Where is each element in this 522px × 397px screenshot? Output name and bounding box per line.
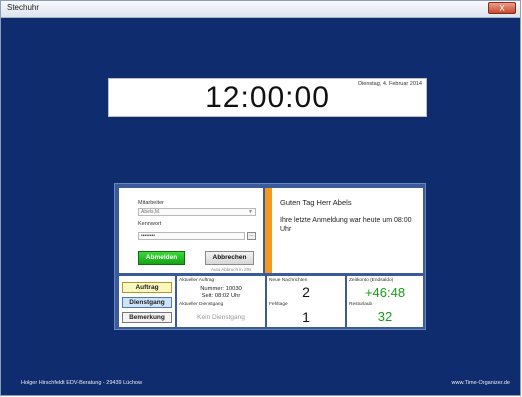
zeitkonto-label: Zeitkonto (Endsaldo) [349,278,394,283]
auftrag-nummer: Nummer: 10030 [200,286,242,292]
resturlaub-value: 32 [377,309,393,324]
fehltage-label: Fehltage [269,302,288,307]
nachrichten-count: 2 [302,284,310,300]
accent-bar [265,188,272,273]
mitarbeiter-value: Abels,M. [141,209,161,215]
chevron-down-icon: ▼ [248,209,253,215]
auftrag-button[interactable]: Auftrag [122,282,172,293]
main-panel: Mitarbeiter Abels,M. ▼ Kennwort ••••••••… [114,183,426,330]
title-bar: Stechuhr X [1,1,520,18]
window-title: Stechuhr [7,3,40,12]
login-box: Mitarbeiter Abels,M. ▼ Kennwort ••••••••… [119,188,263,273]
kennwort-label: Kennwort [138,221,162,227]
zeitkonto-value: +46:48 [364,285,406,300]
abbrechen-button[interactable]: Abbrechen [205,251,254,265]
footer-website[interactable]: www.Time-Organizer.de [452,380,510,386]
footer-company: Holger Hirschfeldt EDV-Beratung - 29439 … [21,380,143,386]
zeitkonto-cell: Zeitkonto (Endsaldo) +46:48 Resturlaub 3… [347,276,423,327]
greeting-message: Ihre letzte Anmeldung war heute um 08:00… [280,217,412,233]
resturlaub-label: Resturlaub [349,302,373,307]
neue-nachrichten-label: Neue Nachrichten [269,278,308,283]
aktueller-dienstgang-label: Aktueller Dienstgang [179,302,224,307]
close-button[interactable]: X [488,2,516,14]
aktueller-auftrag-label: Aktueller Auftrag [179,278,215,283]
abmelden-button[interactable]: Abmelden [138,251,185,265]
auftrag-cell: Aktueller Auftrag Nummer: 10030 Seit: 08… [177,276,265,327]
greeting-title: Guten Tag Herr Abels [280,198,352,207]
greeting-box: Guten Tag Herr Abels Ihre letzte Anmeldu… [265,188,423,273]
side-buttons-box: Auftrag Dienstgang Bemerkung [119,276,175,327]
fehltage-count: 1 [302,309,310,325]
auftrag-seit: Seit: 08:02 Uhr [201,293,241,299]
clock-date: Dienstag, 4. Februar 2014 [358,81,422,87]
password-options-button[interactable]: ... [247,232,256,240]
kennwort-field[interactable]: •••••••• [138,232,245,240]
auto-abbruch-text: Auto Abbruch in 29s [211,267,252,272]
mitarbeiter-select[interactable]: Abels,M. ▼ [138,208,256,216]
app-window: Stechuhr X 12:00:00 Dienstag, 4. Februar… [0,0,521,396]
bemerkung-button[interactable]: Bemerkung [122,312,172,323]
clock-panel: 12:00:00 Dienstag, 4. Februar 2014 [108,78,427,117]
mitarbeiter-label: Mitarbeiter [138,200,164,206]
nachrichten-cell[interactable]: Neue Nachrichten 2 Fehltage 1 [267,276,345,327]
dienstgang-value: Kein Dienstgang [197,314,245,321]
dienstgang-button[interactable]: Dienstgang [122,297,172,308]
